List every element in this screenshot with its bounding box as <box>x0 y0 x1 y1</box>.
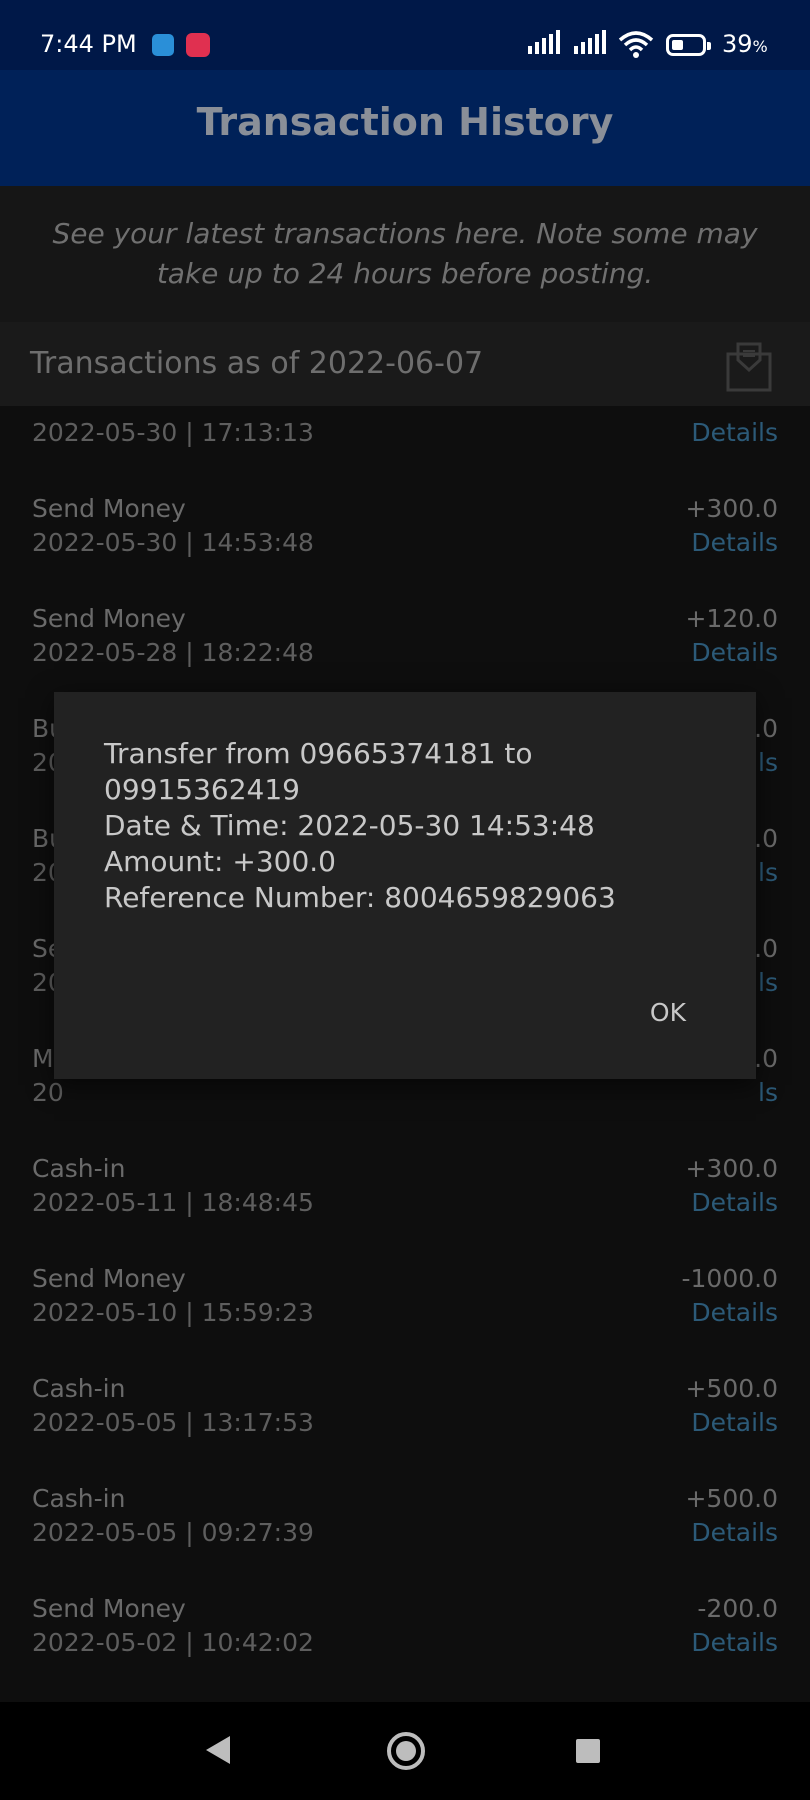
details-link[interactable]: Details <box>691 638 778 667</box>
details-link[interactable]: ls <box>758 748 778 777</box>
transaction-amount: .0 <box>754 934 778 963</box>
transaction-datetime: 20 <box>32 1078 64 1107</box>
battery-percentage: 39% <box>722 30 768 58</box>
transaction-datetime: 2022-05-11 | 18:48:45 <box>32 1188 314 1217</box>
transaction-amount: +500.0 <box>685 1484 778 1513</box>
page-title: Transaction History <box>196 100 614 144</box>
details-link[interactable]: Details <box>691 418 778 447</box>
transaction-row: Send Money 2022-05-30 | 14:53:48 +300.0 Det… <box>0 494 810 604</box>
details-link[interactable]: Details <box>691 1298 778 1327</box>
transaction-datetime: 2022-05-05 | 13:17:53 <box>32 1408 314 1437</box>
details-link[interactable]: Details <box>691 528 778 557</box>
app-bar: Transaction History <box>0 70 810 186</box>
dialog-transfer-line: Transfer from 09665374181 to 09915362419 <box>104 737 542 806</box>
details-link[interactable]: ls <box>758 968 778 997</box>
transaction-row: Send Money 2022-05-10 | 15:59:23 -1000.0 De… <box>0 1264 810 1374</box>
transaction-row: Cash-in 2022-05-05 | 09:27:39 +500.0 Detail… <box>0 1484 810 1594</box>
transaction-amount: -200.0 <box>697 1594 778 1623</box>
transaction-type: Send Money <box>32 494 186 523</box>
navigation-bar <box>0 1702 810 1800</box>
transactions-date-title: Transactions as of 2022-06-07 <box>30 346 484 381</box>
battery-icon <box>666 34 711 56</box>
dialog-amount-line: Amount: +300.0 <box>104 845 336 878</box>
details-link[interactable]: Details <box>691 1408 778 1437</box>
transaction-datetime: 2022-05-30 | 17:13:13 <box>32 418 314 447</box>
info-text: See your latest transactions here. Note … <box>52 217 758 290</box>
signal-icon <box>574 30 606 54</box>
transaction-type: Cash-in <box>32 1374 126 1403</box>
transaction-type: Cash-in <box>32 1154 126 1183</box>
transaction-amount: +500.0 <box>685 1374 778 1403</box>
status-bar: 7:44 PM 39% <box>0 0 810 70</box>
signal-icon <box>528 30 560 54</box>
details-link[interactable]: Details <box>691 1188 778 1217</box>
transaction-datetime: 2022-05-30 | 14:53:48 <box>32 528 314 557</box>
transaction-datetime: 2022-05-05 | 09:27:39 <box>32 1518 314 1547</box>
back-icon[interactable] <box>206 1736 230 1764</box>
transaction-datetime: 2022-05-02 | 10:42:02 <box>32 1628 314 1657</box>
transaction-details-dialog: Transfer from 09665374181 to 09915362419… <box>54 692 756 1079</box>
details-link[interactable]: Details <box>691 1518 778 1547</box>
transaction-row: Send Money 2022-05-02 | 10:42:02 -200.0 Det… <box>0 1594 810 1702</box>
transaction-row: Cash-in 2022-05-11 | 18:48:45 +300.0 Detail… <box>0 1154 810 1264</box>
transaction-type: Send Money <box>32 1594 186 1623</box>
transaction-row: Cash-in 2022-05-05 | 13:17:53 +500.0 Detail… <box>0 1374 810 1484</box>
dialog-message: Transfer from 09665374181 to 09915362419… <box>104 736 714 916</box>
dialog-datetime-line: Date & Time: 2022-05-30 14:53:48 <box>104 809 595 842</box>
transaction-amount: .0 <box>754 1044 778 1073</box>
wifi-icon <box>618 31 654 58</box>
dialog-reference-line: Reference Number: 8004659829063 <box>104 881 616 914</box>
home-icon[interactable] <box>387 1732 425 1770</box>
download-icon[interactable] <box>726 340 772 392</box>
transactions-header: Transactions as of 2022-06-07 <box>0 322 810 406</box>
ok-button[interactable]: OK <box>650 998 686 1027</box>
transaction-amount: .0 <box>754 824 778 853</box>
transaction-amount: .0 <box>754 714 778 743</box>
transaction-amount: -1000.0 <box>681 1264 779 1293</box>
transaction-amount: +300.0 <box>685 1154 778 1183</box>
details-link[interactable]: ls <box>758 858 778 887</box>
transaction-datetime: 2022-05-10 | 15:59:23 <box>32 1298 314 1327</box>
details-link[interactable]: ls <box>758 1078 778 1107</box>
transaction-type: Send Money <box>32 604 186 633</box>
app-notification-icon <box>186 33 210 57</box>
status-time: 7:44 PM <box>40 30 137 58</box>
telegram-icon <box>152 34 174 56</box>
transaction-type: M <box>32 1044 54 1073</box>
info-banner: See your latest transactions here. Note … <box>0 186 810 322</box>
transaction-datetime: 2022-05-28 | 18:22:48 <box>32 638 314 667</box>
transaction-row: 2022-05-30 | 17:13:13 Details <box>0 406 810 494</box>
transaction-amount: +300.0 <box>685 494 778 523</box>
transaction-type: Cash-in <box>32 1484 126 1513</box>
recents-icon[interactable] <box>576 1739 600 1763</box>
transaction-type: Send Money <box>32 1264 186 1293</box>
transaction-amount: +120.0 <box>685 604 778 633</box>
details-link[interactable]: Details <box>691 1628 778 1657</box>
